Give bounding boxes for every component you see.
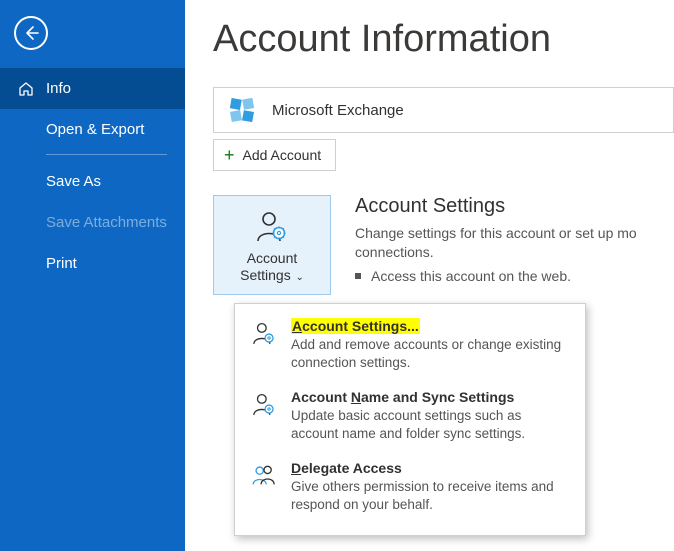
sidebar: Info Open & Export Save As Save Attachme… [0, 0, 185, 551]
account-settings-button-label: Account Settings ⌄ [240, 250, 304, 284]
dropdown-item-name-sync[interactable]: Account Name and Sync Settings Update ba… [235, 381, 585, 452]
people-icon [249, 460, 279, 513]
person-gear-icon [249, 389, 279, 442]
sidebar-item-label: Save Attachments [46, 214, 167, 231]
sidebar-item-label: Open & Export [46, 121, 144, 138]
dropdown-item-title: Delegate Access [291, 460, 571, 476]
person-gear-icon [254, 208, 290, 244]
plus-icon: + [224, 146, 235, 164]
sidebar-divider [46, 154, 167, 155]
section-desc: Change settings for this account or set … [355, 224, 674, 262]
page-title: Account Information [213, 18, 674, 61]
exchange-icon [226, 94, 258, 126]
add-account-button[interactable]: + Add Account [213, 139, 336, 171]
dropdown-item-title: Account Name and Sync Settings [291, 389, 571, 405]
chevron-down-icon: ⌄ [293, 272, 304, 283]
account-settings-button[interactable]: Account Settings ⌄ [213, 195, 331, 295]
person-gear-icon [249, 318, 279, 371]
sidebar-item-save-as[interactable]: Save As [0, 161, 185, 202]
add-account-label: Add Account [243, 147, 322, 163]
bullet-icon [355, 273, 361, 279]
sidebar-item-open-export[interactable]: Open & Export [0, 109, 185, 150]
dropdown-item-desc: Give others permission to receive items … [291, 478, 571, 513]
sidebar-item-save-attachments: Save Attachments [0, 202, 185, 243]
sidebar-item-label: Info [46, 80, 71, 97]
dropdown-item-delegate-access[interactable]: Delegate Access Give others permission t… [235, 452, 585, 523]
account-name: Microsoft Exchange [272, 102, 404, 119]
back-button[interactable] [14, 16, 48, 50]
sidebar-item-label: Save As [46, 173, 101, 190]
dropdown-item-title: Account Settings... [291, 318, 571, 334]
dropdown-item-desc: Update basic account settings such as ac… [291, 407, 571, 442]
home-icon [18, 81, 34, 97]
account-settings-dropdown: Account Settings... Add and remove accou… [234, 303, 586, 536]
dropdown-item-desc: Add and remove accounts or change existi… [291, 336, 571, 371]
sidebar-item-print[interactable]: Print [0, 243, 185, 284]
arrow-left-icon [23, 25, 39, 41]
account-selector[interactable]: Microsoft Exchange [213, 87, 674, 133]
account-settings-section: Account Settings ⌄ Account Settings Chan… [213, 195, 674, 295]
sidebar-item-info[interactable]: Info [0, 68, 185, 109]
section-heading: Account Settings [355, 195, 674, 218]
bullet-access-web: Access this account on the web. [355, 268, 674, 284]
sidebar-item-label: Print [46, 255, 77, 272]
dropdown-item-account-settings[interactable]: Account Settings... Add and remove accou… [235, 310, 585, 381]
